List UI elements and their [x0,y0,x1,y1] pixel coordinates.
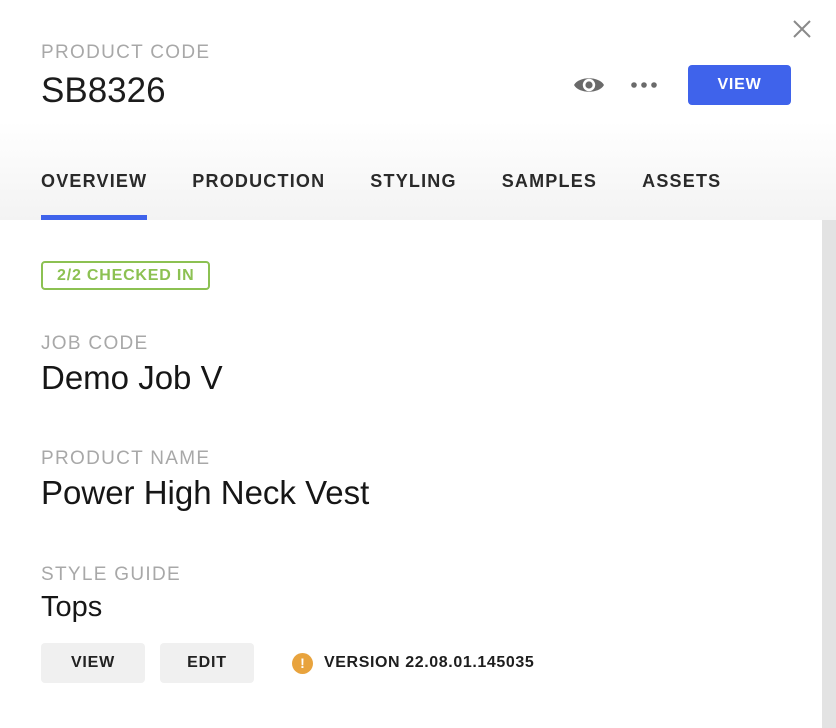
style-guide-value: Tops [41,591,103,623]
tab-bar: OVERVIEW PRODUCTION STYLING SAMPLES ASSE… [41,164,766,220]
tab-overview[interactable]: OVERVIEW [41,164,148,220]
style-guide-edit-button[interactable]: EDIT [160,643,254,683]
status-badge: 2/2 CHECKED IN [41,261,211,290]
preview-button[interactable] [570,70,608,100]
product-code-value: SB8326 [41,71,166,110]
view-button[interactable]: VIEW [688,65,791,105]
version-text: VERSION 22.08.01.145035 [324,654,535,671]
close-button[interactable] [788,15,816,43]
style-guide-view-button[interactable]: VIEW [41,643,145,683]
tab-assets[interactable]: ASSETS [642,164,721,220]
product-name-value: Power High Neck Vest [41,474,370,511]
close-icon [793,20,811,38]
tab-styling[interactable]: STYLING [370,164,456,220]
scrollbar[interactable] [822,220,836,728]
more-options-button[interactable] [624,70,664,100]
eye-icon [574,78,604,92]
tab-samples[interactable]: SAMPLES [502,164,597,220]
warning-icon: ! [292,652,313,674]
tab-production[interactable]: PRODUCTION [192,164,325,220]
job-code-value: Demo Job V [41,359,223,396]
product-name-label: PRODUCT NAME [41,448,211,469]
overview-panel: 2/2 CHECKED IN JOB CODE Demo Job V PRODU… [0,220,822,728]
style-guide-label: STYLE GUIDE [41,564,181,585]
job-code-label: JOB CODE [41,333,149,354]
more-horizontal-icon [631,82,657,88]
product-code-label: PRODUCT CODE [41,42,211,63]
panel-header: PRODUCT CODE SB8326 VIEW OVERVIEW PRODUC… [0,0,836,220]
version-info: ! VERSION 22.08.01.145035 [292,652,534,674]
